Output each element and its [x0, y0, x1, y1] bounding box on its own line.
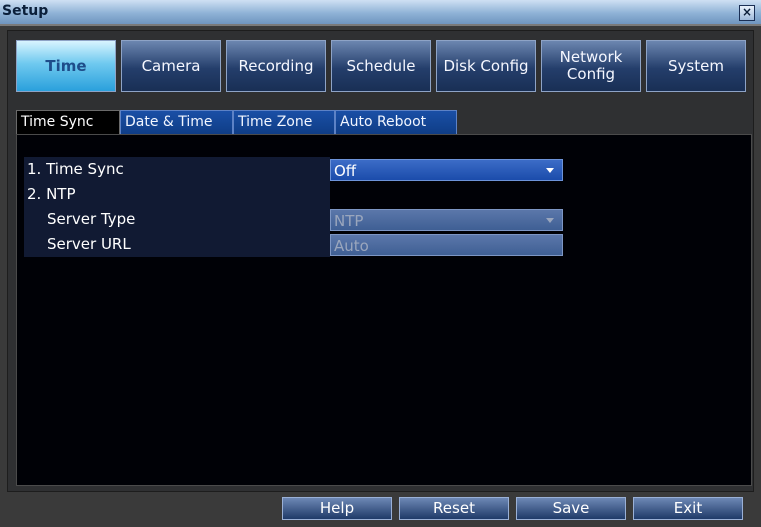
subtab-time-zone[interactable]: Time Zone [233, 110, 335, 134]
chevron-down-icon [546, 218, 554, 223]
server-type-label: Server Type [47, 210, 136, 228]
tab-network-config[interactable]: Network Config [541, 40, 641, 92]
tab-recording[interactable]: Recording [226, 40, 326, 92]
server-url-field[interactable]: Auto [330, 234, 563, 256]
tab-disk-config[interactable]: Disk Config [436, 40, 536, 92]
tab-time[interactable]: Time [16, 40, 116, 92]
settings-content: 1. Time Sync Off 2. NTP Server Type NTP … [16, 134, 752, 486]
ntp-label: 2. NTP [27, 185, 76, 203]
server-url-label: Server URL [47, 235, 131, 253]
server-type-dropdown[interactable]: NTP [330, 209, 563, 231]
help-button[interactable]: Help [282, 497, 392, 520]
row-server-url: Server URL [24, 232, 330, 257]
time-sync-value: Off [334, 162, 357, 180]
main-tabs: Time Camera Recording Schedule Disk Conf… [12, 40, 750, 94]
row-time-sync: 1. Time Sync [24, 157, 330, 182]
window-title: Setup [2, 3, 49, 19]
close-icon[interactable]: × [739, 5, 755, 21]
subtab-auto-reboot[interactable]: Auto Reboot [335, 110, 457, 134]
row-ntp: 2. NTP [24, 182, 330, 207]
tab-system[interactable]: System [646, 40, 746, 92]
subtab-time-sync[interactable]: Time Sync [16, 110, 120, 134]
exit-button[interactable]: Exit [633, 497, 743, 520]
tab-schedule[interactable]: Schedule [331, 40, 431, 92]
tab-camera[interactable]: Camera [121, 40, 221, 92]
time-sync-label: 1. Time Sync [27, 160, 124, 178]
server-url-value: Auto [334, 237, 369, 255]
row-server-type: Server Type [24, 207, 330, 232]
setup-window: Setup × Time Camera Recording Schedule D… [0, 0, 761, 527]
title-bar: Setup × [0, 0, 761, 24]
server-type-value: NTP [334, 212, 364, 230]
reset-button[interactable]: Reset [399, 497, 509, 520]
save-button[interactable]: Save [516, 497, 626, 520]
title-divider [0, 24, 761, 26]
chevron-down-icon [546, 168, 554, 173]
time-sync-dropdown[interactable]: Off [330, 159, 563, 181]
subtab-date-time[interactable]: Date & Time [120, 110, 233, 134]
